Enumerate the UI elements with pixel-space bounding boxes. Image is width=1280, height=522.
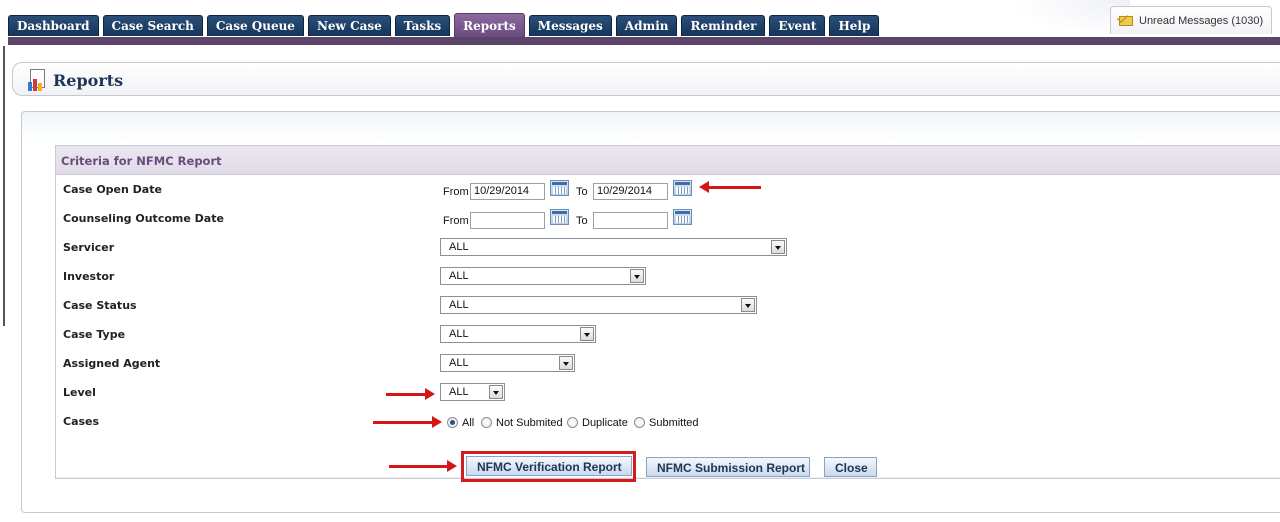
main-tabs: Dashboard Case Search Case Queue New Cas… — [8, 13, 880, 37]
case-open-from-label: From — [443, 186, 469, 198]
chevron-down-icon — [741, 298, 755, 312]
tab-admin[interactable]: Admin — [615, 15, 678, 36]
close-button[interactable]: Close — [824, 457, 877, 477]
page-header: Reports — [12, 62, 1280, 96]
chevron-down-icon — [559, 356, 573, 370]
envelope-icon — [1119, 15, 1135, 27]
calendar-icon[interactable] — [673, 209, 692, 225]
chevron-down-icon — [771, 240, 785, 254]
investor-select[interactable]: ALL — [440, 267, 646, 285]
level-select[interactable]: ALL — [440, 383, 505, 401]
tab-tasks[interactable]: Tasks — [394, 15, 451, 36]
tab-dashboard[interactable]: Dashboard — [8, 15, 99, 36]
cases-all-label[interactable]: All — [462, 417, 474, 429]
servicer-select[interactable]: ALL — [440, 238, 787, 256]
cases-all-radio[interactable] — [447, 417, 458, 428]
counseling-outcome-date-label: Counseling Outcome Date — [63, 212, 224, 225]
cases-submitted-label[interactable]: Submitted — [649, 417, 699, 429]
counseling-to-label: To — [576, 215, 588, 227]
top-navigation: Dashboard Case Search Case Queue New Cas… — [0, 0, 1280, 46]
annotation-arrow-icon — [373, 416, 442, 428]
unread-messages-label: Unread Messages (1030) — [1139, 14, 1264, 27]
case-status-value: ALL — [449, 299, 469, 311]
servicer-label: Servicer — [63, 241, 115, 254]
counseling-to-input[interactable] — [593, 212, 668, 229]
case-open-to-input[interactable]: 10/29/2014 — [593, 183, 668, 200]
tab-reports[interactable]: Reports — [454, 13, 525, 37]
calendar-icon[interactable] — [673, 180, 692, 196]
page-title: Reports — [53, 71, 124, 90]
tab-messages[interactable]: Messages — [528, 15, 612, 36]
left-edge-border — [3, 46, 5, 326]
case-open-date-label: Case Open Date — [63, 183, 162, 196]
investor-label: Investor — [63, 270, 115, 283]
tab-help[interactable]: Help — [829, 15, 880, 36]
tab-event[interactable]: Event — [769, 15, 826, 36]
case-status-label: Case Status — [63, 299, 137, 312]
assigned-agent-label: Assigned Agent — [63, 357, 161, 370]
assigned-agent-value: ALL — [449, 357, 469, 369]
chevron-down-icon — [630, 269, 644, 283]
cases-not-submitted-label[interactable]: Not Submited — [496, 417, 563, 429]
tab-reminder[interactable]: Reminder — [681, 15, 766, 36]
report-chart-icon — [28, 69, 46, 91]
cases-label: Cases — [63, 415, 100, 428]
level-label: Level — [63, 386, 96, 399]
cases-duplicate-radio[interactable] — [567, 417, 578, 428]
nfmc-verification-report-button[interactable]: NFMC Verification Report — [466, 456, 632, 476]
level-value: ALL — [449, 386, 469, 398]
calendar-icon[interactable] — [550, 209, 569, 225]
cases-submitted-radio[interactable] — [634, 417, 645, 428]
annotation-arrow-icon — [386, 388, 435, 400]
investor-value: ALL — [449, 270, 469, 282]
case-type-value: ALL — [449, 328, 469, 340]
case-open-to-label: To — [576, 186, 588, 198]
tab-case-queue[interactable]: Case Queue — [206, 15, 304, 36]
counseling-from-label: From — [443, 215, 469, 227]
counseling-from-input[interactable] — [470, 212, 545, 229]
case-type-select[interactable]: ALL — [440, 325, 596, 343]
nfmc-submission-report-button[interactable]: NFMC Submission Report — [646, 457, 810, 477]
case-open-from-input[interactable]: 10/29/2014 — [470, 183, 545, 200]
calendar-icon[interactable] — [550, 180, 569, 196]
chevron-down-icon — [580, 327, 594, 341]
assigned-agent-select[interactable]: ALL — [440, 354, 575, 372]
criteria-title: Criteria for NFMC Report — [56, 146, 1280, 175]
tab-case-search[interactable]: Case Search — [102, 15, 203, 36]
annotation-arrow-icon — [699, 181, 761, 193]
chevron-down-icon — [489, 385, 503, 399]
annotation-arrow-icon — [389, 460, 457, 472]
cases-duplicate-label[interactable]: Duplicate — [582, 417, 628, 429]
cases-not-submitted-radio[interactable] — [481, 417, 492, 428]
unread-messages-link[interactable]: Unread Messages (1030) — [1110, 6, 1272, 34]
case-type-label: Case Type — [63, 328, 126, 341]
case-status-select[interactable]: ALL — [440, 296, 757, 314]
nav-divider — [8, 37, 1280, 45]
criteria-form — [56, 175, 1280, 477]
servicer-value: ALL — [449, 241, 469, 253]
tab-new-case[interactable]: New Case — [307, 15, 391, 36]
